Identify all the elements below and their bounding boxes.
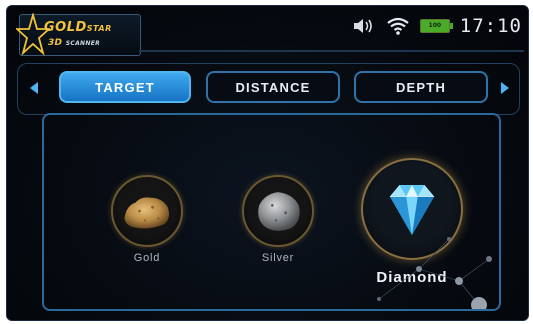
gold-nugget-icon bbox=[124, 197, 170, 229]
device-screen: GOLDSTAR 3D SCANNER 100 17:10 TARGET DIS… bbox=[6, 5, 529, 321]
clock: 17:10 bbox=[459, 15, 522, 37]
triangle-right-icon[interactable] bbox=[500, 81, 510, 95]
silver-ore-icon bbox=[258, 192, 300, 231]
battery-level: 100 bbox=[428, 22, 442, 29]
target-label-gold: Gold bbox=[133, 252, 161, 264]
tab-target[interactable]: TARGET bbox=[59, 71, 191, 103]
target-label-silver: Silver bbox=[261, 252, 295, 264]
speaker-icon[interactable] bbox=[352, 16, 376, 36]
header-divider bbox=[139, 50, 524, 52]
brand-name: GOLDSTAR bbox=[44, 20, 112, 35]
molecule-decoration bbox=[377, 237, 492, 309]
battery-icon: 100 bbox=[419, 19, 453, 33]
tab-depth[interactable]: DEPTH bbox=[354, 71, 488, 103]
triangle-left-icon[interactable] bbox=[29, 81, 39, 95]
target-silver-button[interactable] bbox=[242, 175, 314, 247]
target-panel: Gold Silver Diamond bbox=[42, 113, 501, 311]
brand-subtitle: 3D SCANNER bbox=[48, 38, 101, 48]
brand-logo: GOLDSTAR 3D SCANNER bbox=[16, 13, 141, 56]
target-gold-button[interactable] bbox=[111, 175, 183, 247]
tab-distance[interactable]: DISTANCE bbox=[206, 71, 340, 103]
wifi-icon[interactable] bbox=[386, 16, 410, 36]
status-bar: 100 17:10 bbox=[352, 15, 522, 37]
